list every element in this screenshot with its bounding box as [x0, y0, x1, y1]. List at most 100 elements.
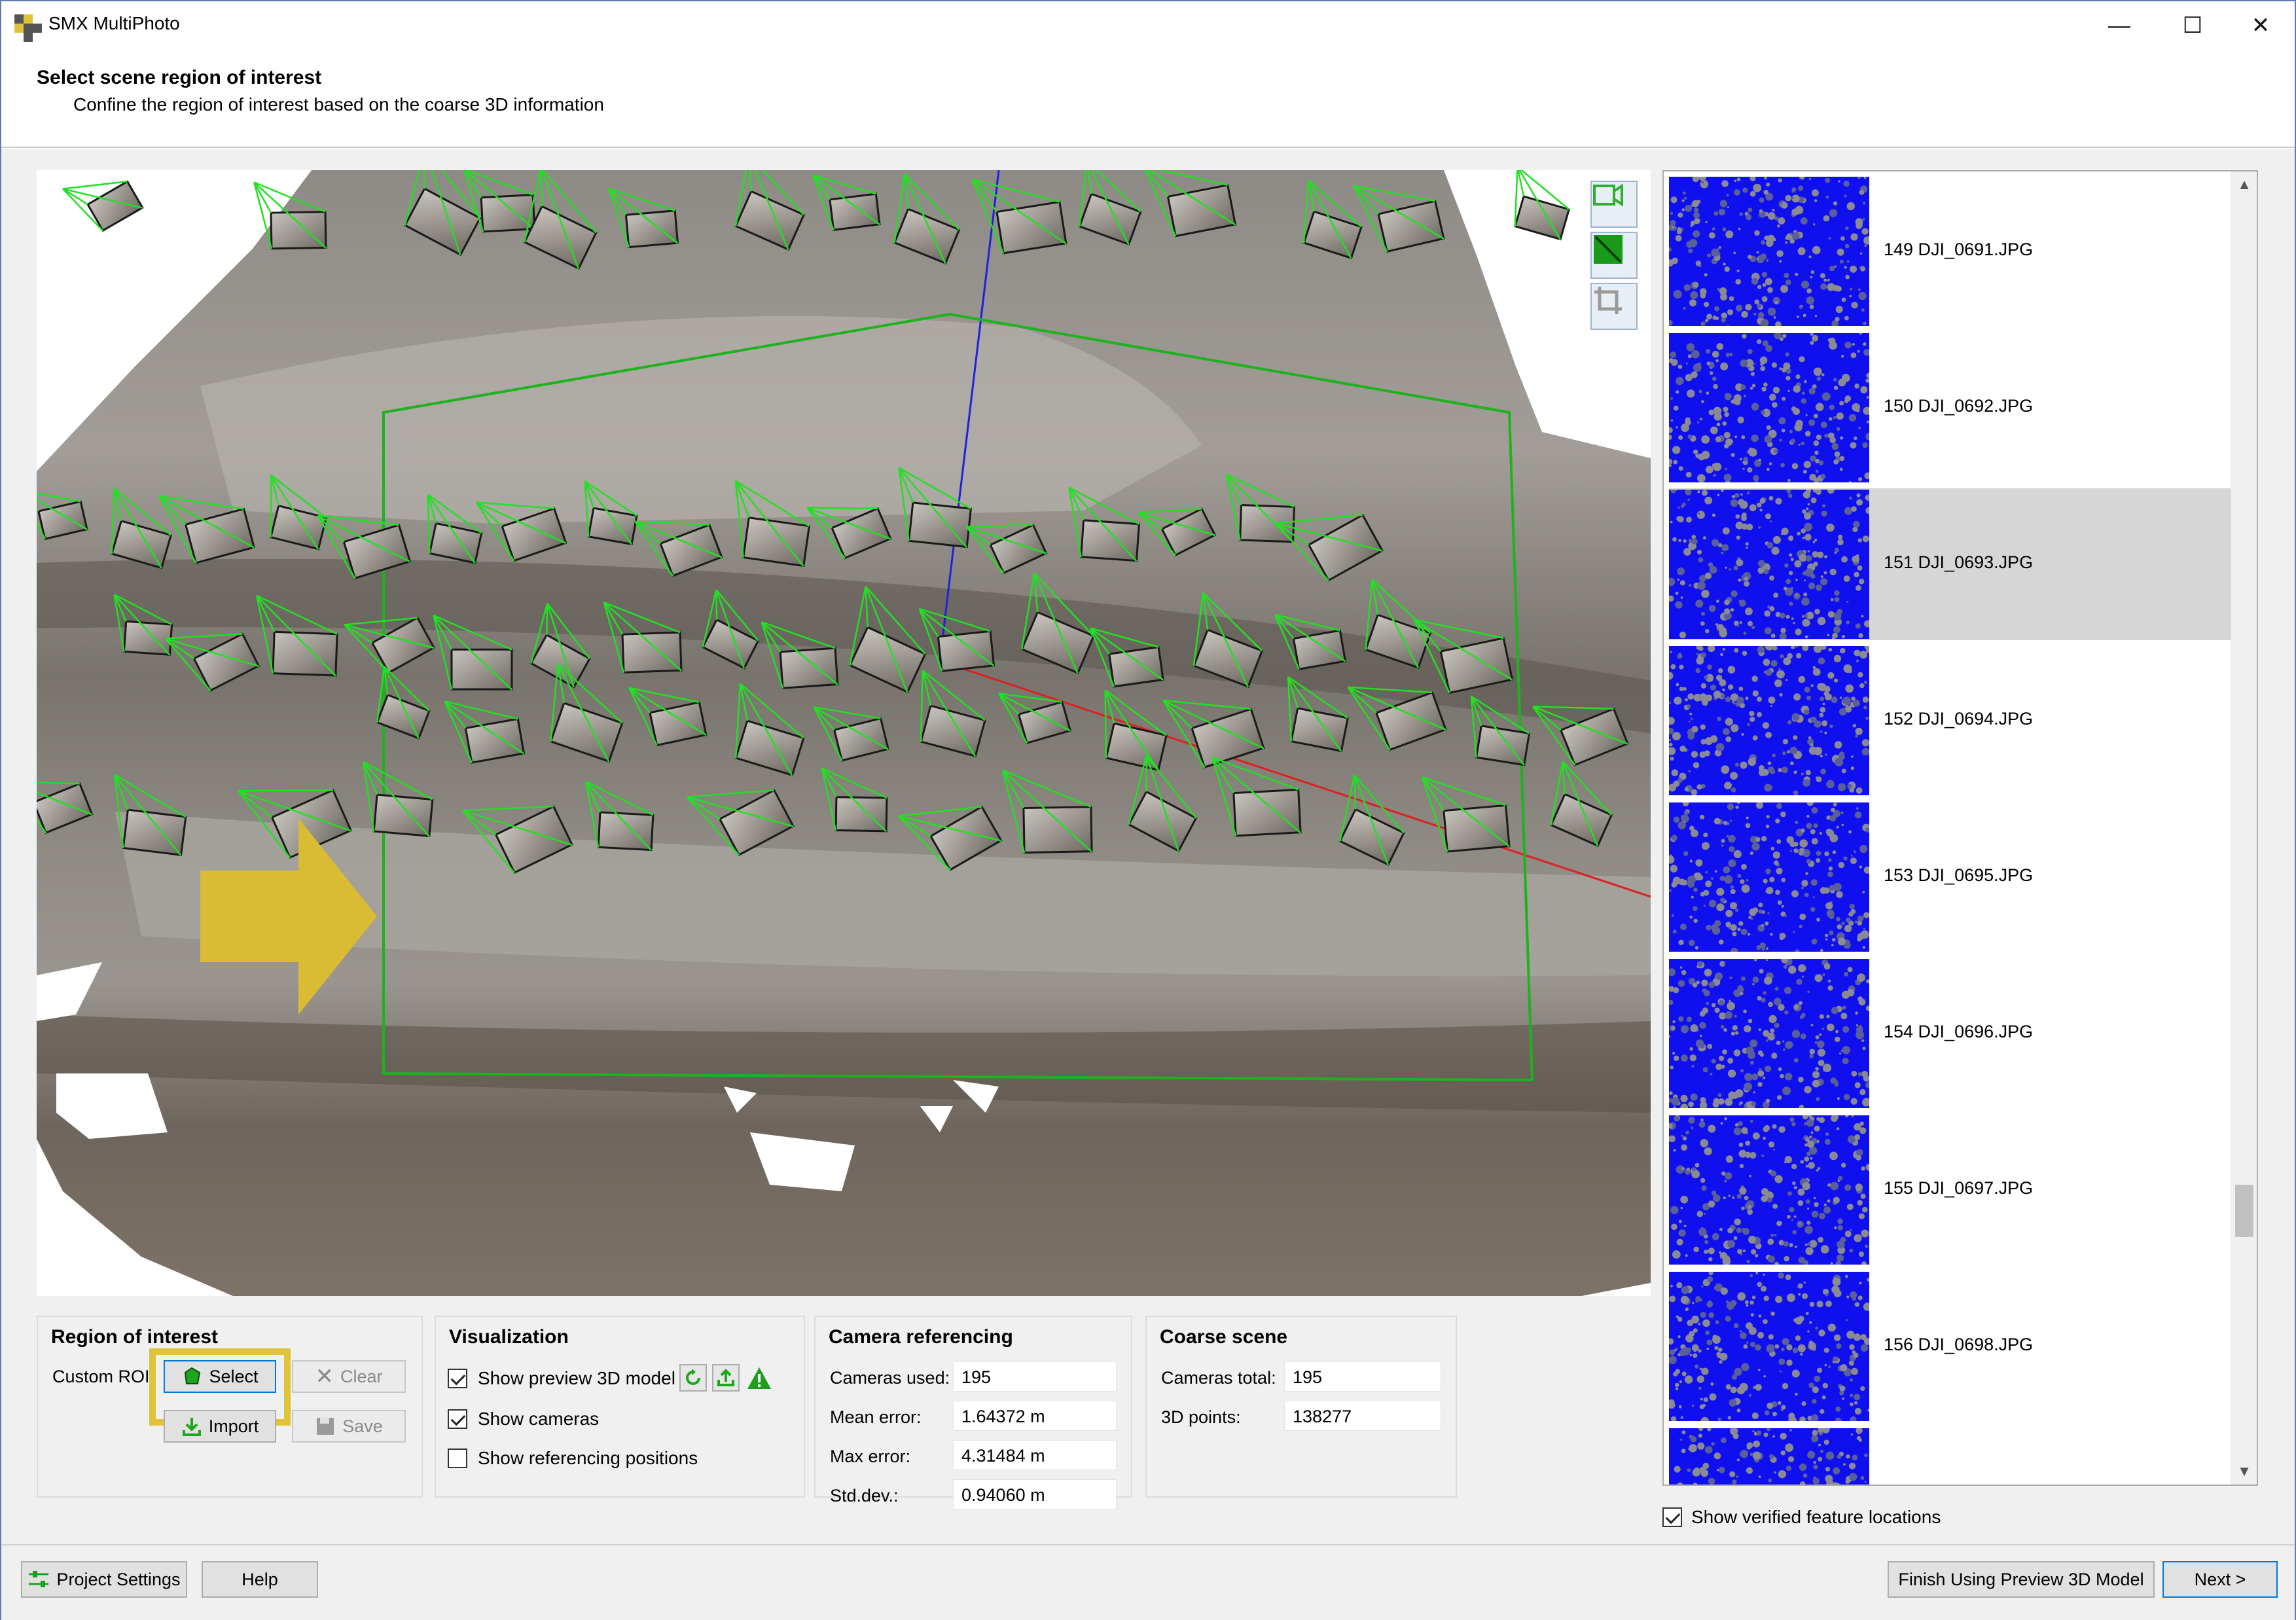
group-title: Visualization: [449, 1326, 569, 1348]
feature-map-texture: [1669, 646, 1869, 795]
thumbnail-item[interactable]: 154 DJI_0696.JPG: [1669, 958, 2231, 1109]
max-error-label: Max error:: [830, 1447, 911, 1466]
help-button[interactable]: Help: [202, 1561, 318, 1598]
thumbnail-item[interactable]: 152 DJI_0694.JPG: [1669, 645, 2231, 797]
next-button[interactable]: Next >: [2162, 1561, 2278, 1598]
project-settings-label: Project Settings: [56, 1569, 181, 1589]
app-logo-icon: [14, 14, 42, 42]
maximize-button[interactable]: ☐: [2156, 1, 2229, 50]
max-error-value: 4.31484 m: [953, 1440, 1117, 1470]
thumbnail-item[interactable]: 150 DJI_0692.JPG: [1669, 332, 2231, 484]
wizard-footer: Project Settings Help Finish Using Previ…: [1, 1544, 2295, 1620]
save-disk-icon: [317, 1418, 334, 1435]
thumbnail-label: 149 DJI_0691.JPG: [1884, 240, 2034, 259]
group-title: Camera referencing: [829, 1326, 1013, 1348]
camera-referencing-group: Camera referencing Cameras used: 195 Mea…: [814, 1316, 1132, 1509]
region-polygon-icon[interactable]: [1590, 232, 1638, 279]
thumbnail-label: 152 DJI_0694.JPG: [1884, 709, 2034, 729]
refresh-icon[interactable]: [679, 1364, 707, 1392]
scene-canvas: [37, 170, 1651, 1296]
visualization-group: Visualization Show preview 3D model Show…: [435, 1316, 805, 1498]
page-subtitle: Confine the region of interest based on …: [73, 94, 604, 115]
scene-3d-viewer[interactable]: [37, 170, 1651, 1296]
points-3d-value: 138277: [1284, 1401, 1441, 1431]
checkbox-icon[interactable]: [1662, 1507, 1682, 1527]
thumbnail-image: [1669, 490, 1869, 639]
std-dev-value: 0.94060 m: [953, 1479, 1117, 1509]
feature-map-texture: [1669, 1272, 1869, 1421]
thumbnail-label: 153 DJI_0695.JPG: [1884, 865, 2034, 885]
thumbnail-scrollbar[interactable]: ▲ ▼: [2231, 171, 2257, 1485]
show-verified-checkbox[interactable]: Show verified feature locations: [1662, 1507, 1941, 1528]
show-referencing-label: Show referencing positions: [478, 1448, 698, 1468]
crop-frame-icon[interactable]: [1590, 283, 1638, 330]
thumbnail-label: 154 DJI_0696.JPG: [1884, 1022, 2034, 1041]
clear-x-icon: ✕: [315, 1364, 334, 1389]
thumbnail-image: [1669, 959, 1869, 1108]
coarse-scene-group: Coarse scene Cameras total: 195 3D point…: [1145, 1316, 1457, 1498]
title-bar: SMX MultiPhoto — ☐ ✕: [1, 1, 2295, 50]
thumbnail-image: [1669, 1272, 1869, 1421]
group-title: Coarse scene: [1160, 1326, 1288, 1348]
feature-map-texture: [1674, 1428, 1868, 1485]
thumbnail-item[interactable]: 149 DJI_0691.JPG: [1669, 175, 2231, 327]
thumbnail-label: 155 DJI_0697.JPG: [1884, 1178, 2034, 1198]
feature-map-texture: [1669, 1115, 1869, 1265]
scroll-down-icon[interactable]: ▼: [2231, 1458, 2257, 1485]
thumbnail-image: [1669, 646, 1869, 795]
thumbnail-item[interactable]: 156 DJI_0698.JPG: [1669, 1270, 2231, 1422]
checkbox-icon[interactable]: [448, 1369, 467, 1388]
save-roi-button[interactable]: Save: [292, 1410, 406, 1443]
show-cameras-checkbox[interactable]: Show cameras: [448, 1409, 599, 1430]
mean-error-label: Mean error:: [830, 1407, 922, 1427]
show-preview-label: Show preview 3D model: [478, 1368, 675, 1388]
points-3d-label: 3D points:: [1161, 1407, 1241, 1427]
minimize-button[interactable]: —: [2083, 1, 2156, 50]
settings-sliders-icon: [29, 1571, 49, 1587]
feature-map-texture: [1669, 490, 1869, 639]
thumbnail-image: [1669, 333, 1869, 482]
import-icon: [182, 1418, 201, 1436]
thumbnail-image: [1669, 802, 1869, 952]
thumbnail-image: [1669, 177, 1869, 326]
camera-frustum: [62, 180, 144, 232]
cameras-total-value: 195: [1284, 1361, 1441, 1392]
region-of-interest-group: Region of interest Custom ROI Select ✕ C…: [37, 1316, 423, 1498]
scroll-up-icon[interactable]: ▲: [2231, 171, 2257, 198]
checkbox-icon[interactable]: [448, 1449, 467, 1468]
thumbnail-item[interactable]: [1669, 1427, 2231, 1485]
clear-roi-button[interactable]: ✕ Clear: [292, 1360, 406, 1393]
save-label: Save: [342, 1416, 383, 1436]
finish-preview-button[interactable]: Finish Using Preview 3D Model: [1888, 1561, 2155, 1598]
group-title: Region of interest: [51, 1326, 219, 1348]
warning-icon[interactable]: [746, 1365, 772, 1395]
main-window: SMX MultiPhoto — ☐ ✕ Select scene region…: [0, 0, 2296, 1620]
polygon-select-icon: [185, 1367, 201, 1384]
import-roi-button[interactable]: Import: [164, 1410, 276, 1443]
checkbox-icon[interactable]: [448, 1409, 467, 1429]
select-label: Select: [209, 1366, 259, 1386]
close-button[interactable]: ✕: [2224, 1, 2296, 50]
feature-map-texture: [1669, 802, 1869, 952]
export-icon[interactable]: [712, 1364, 740, 1392]
cameras-total-label: Cameras total:: [1161, 1368, 1276, 1388]
camera-view-icon[interactable]: [1590, 181, 1638, 228]
window-title: SMX MultiPhoto: [48, 13, 180, 33]
mean-error-value: 1.64372 m: [953, 1401, 1117, 1431]
show-referencing-checkbox[interactable]: Show referencing positions: [448, 1448, 698, 1469]
show-verified-label: Show verified feature locations: [1691, 1507, 1941, 1527]
select-roi-button[interactable]: Select: [164, 1360, 276, 1393]
std-dev-label: Std.dev.:: [830, 1486, 899, 1505]
page-title: Select scene region of interest: [37, 67, 322, 88]
thumbnail-item[interactable]: 153 DJI_0695.JPG: [1669, 801, 2231, 953]
show-preview-checkbox[interactable]: Show preview 3D model: [448, 1368, 675, 1389]
project-settings-button[interactable]: Project Settings: [21, 1561, 187, 1598]
scrollbar-thumb[interactable]: [2235, 1185, 2253, 1237]
feature-map-texture: [1669, 333, 1869, 482]
camera-frustum: [1514, 170, 1571, 241]
thumbnail-item[interactable]: 155 DJI_0697.JPG: [1669, 1114, 2231, 1266]
thumbnail-image: [1669, 1115, 1869, 1265]
image-thumbnail-list[interactable]: 149 DJI_0691.JPG 150 DJI_0692.JPG 151 DJ…: [1662, 170, 2258, 1486]
import-label: Import: [208, 1416, 259, 1436]
thumbnail-item-selected[interactable]: 151 DJI_0693.JPG: [1669, 488, 2231, 640]
